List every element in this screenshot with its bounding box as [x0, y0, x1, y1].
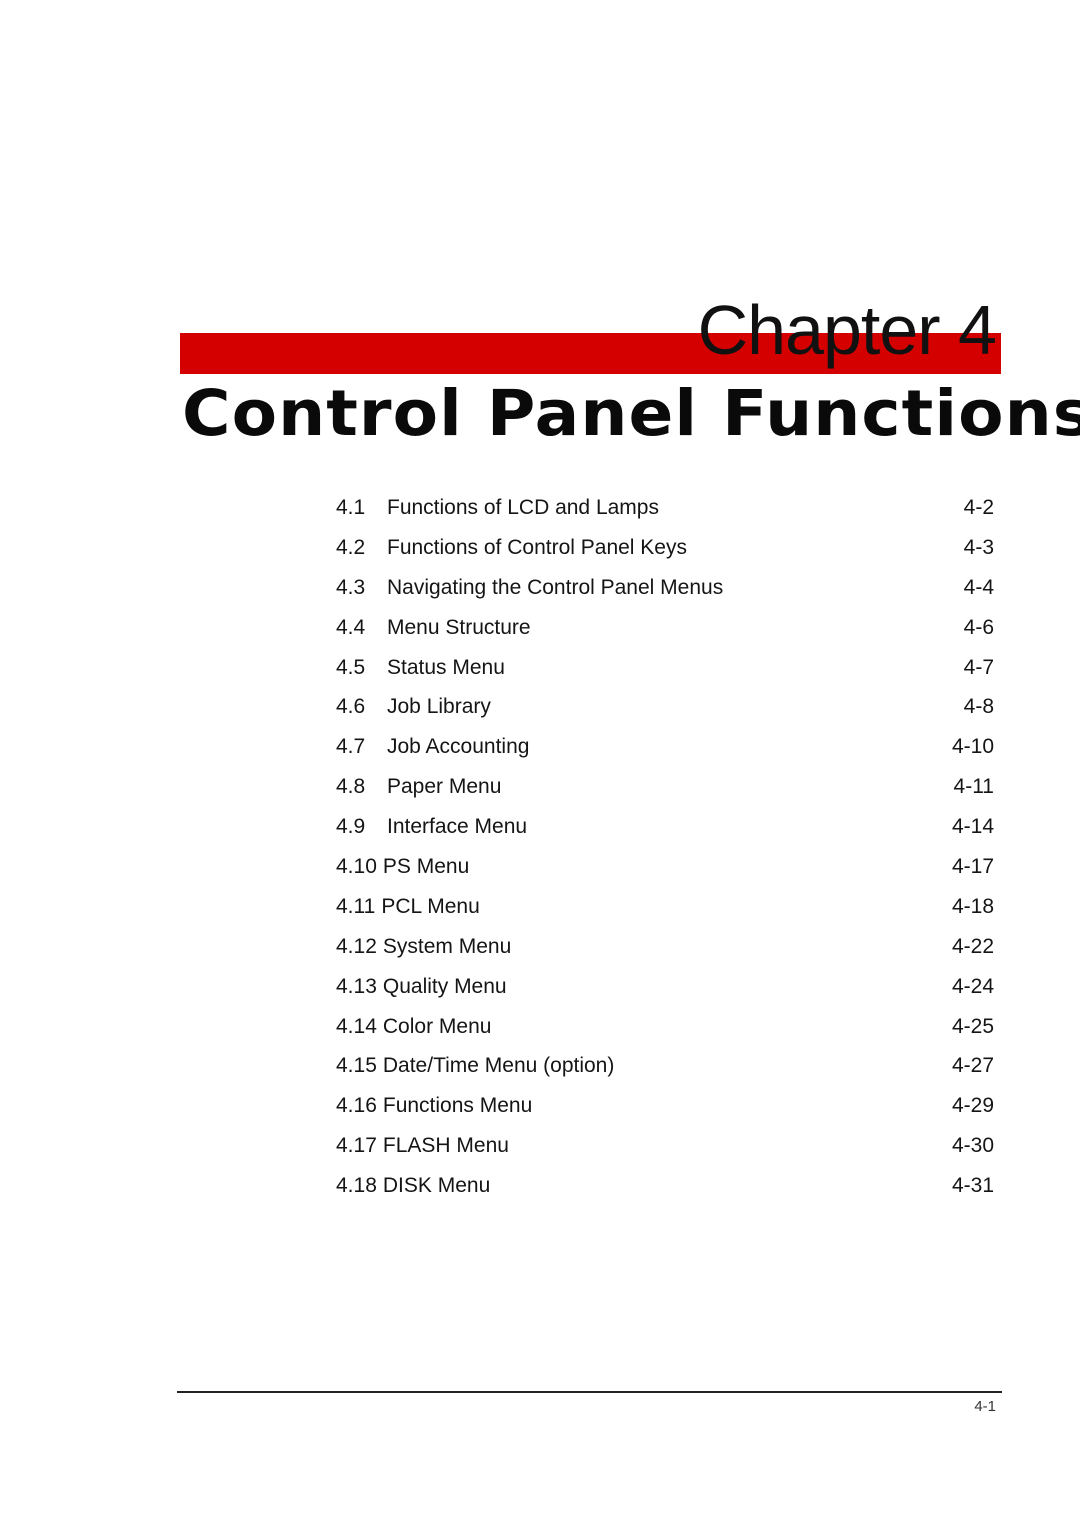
toc-entry[interactable]: 4.12 System Menu 4-22	[336, 935, 994, 975]
chapter-title: Control Panel Functions	[182, 377, 1080, 450]
chapter-label: Chapter 4	[697, 291, 997, 369]
toc-entry[interactable]: 4.8 Paper Menu 4-11	[336, 775, 994, 815]
toc-entry[interactable]: 4.4 Menu Structure 4-6	[336, 616, 994, 656]
toc-entry-number: 4.10	[336, 855, 377, 879]
footer-divider	[177, 1391, 1002, 1393]
toc-entry-number: 4.5	[336, 655, 366, 679]
toc-entry-title: Paper Menu	[387, 775, 502, 799]
toc-entry-number: 4.16	[336, 1094, 377, 1118]
toc-entry[interactable]: 4.9 Interface Menu 4-14	[336, 815, 994, 855]
toc-entry-page: 4-27	[951, 1054, 994, 1078]
toc-entry-page: 4-30	[951, 1134, 994, 1158]
toc-entry-title: Job Accounting	[387, 735, 530, 759]
toc-entry-number: 4.12	[336, 934, 377, 958]
toc-entry-number: 4.4	[336, 615, 366, 639]
toc-entry[interactable]: 4.17 FLASH Menu 4-30	[336, 1134, 994, 1174]
toc-entry-page: 4-10	[951, 735, 994, 759]
toc-entry-title: Functions of Control Panel Keys	[387, 535, 687, 559]
toc-entry-number: 4.18	[336, 1174, 377, 1198]
toc-entry-title: Quality Menu	[382, 974, 507, 998]
toc-entry[interactable]: 4.14 Color Menu 4-25	[336, 1015, 994, 1055]
toc-entry-number: 4.14	[336, 1014, 377, 1038]
toc-entry-number: 4.13	[336, 974, 377, 998]
toc-entry-title: System Menu	[382, 934, 512, 958]
page-number: 4-1	[974, 1398, 996, 1415]
toc-entry-number: 4.3	[336, 575, 366, 599]
toc-entry-number: 4.6	[336, 695, 366, 719]
toc-entry-title: PS Menu	[382, 855, 470, 879]
toc-entry-page: 4-6	[963, 615, 994, 639]
toc-entry-page: 4-7	[963, 655, 994, 679]
toc-entry-number: 4.1	[336, 496, 366, 519]
toc-entry-page: 4-3	[963, 535, 994, 559]
toc-entry[interactable]: 4.10 PS Menu 4-17	[336, 855, 994, 895]
toc-entry-page: 4-25	[951, 1014, 994, 1038]
toc-entry-page: 4-2	[963, 496, 994, 519]
toc-entry[interactable]: 4.11 PCL Menu 4-18	[336, 895, 994, 935]
toc-entry-number: 4.7	[336, 735, 366, 759]
toc-entry[interactable]: 4.7 Job Accounting 4-10	[336, 735, 994, 775]
toc-entry-title: Navigating the Control Panel Menus	[387, 575, 724, 599]
toc-entry-number: 4.11	[336, 894, 376, 918]
table-of-contents: 4.1 Functions of LCD and Lamps 4-2 4.2 Funct…	[336, 496, 994, 1214]
toc-entry-page: 4-8	[963, 695, 994, 719]
toc-entry-page: 4-14	[951, 815, 994, 839]
toc-entry-title: Functions of LCD and Lamps	[387, 496, 659, 519]
toc-entry[interactable]: 4.18 DISK Menu 4-31	[336, 1174, 994, 1214]
toc-entry-number: 4.8	[336, 775, 366, 799]
toc-entry-title: Functions Menu	[382, 1094, 533, 1118]
toc-entry-title: Color Menu	[382, 1014, 492, 1038]
toc-entry-number: 4.9	[336, 815, 366, 839]
toc-entry-number: 4.2	[336, 535, 366, 559]
toc-entry-page: 4-18	[951, 894, 994, 918]
toc-entry-page: 4-24	[951, 974, 994, 998]
toc-entry-title: FLASH Menu	[382, 1134, 509, 1158]
toc-entry[interactable]: 4.3 Navigating the Control Panel Menus 4-4	[336, 576, 994, 616]
toc-entry-page: 4-11	[953, 775, 994, 799]
toc-entry[interactable]: 4.5 Status Menu 4-7	[336, 656, 994, 696]
toc-entry-title: Date/Time Menu (option)	[382, 1054, 615, 1078]
toc-entry-number: 4.17	[336, 1134, 377, 1158]
toc-entry[interactable]: 4.6 Job Library 4-8	[336, 695, 994, 735]
toc-entry[interactable]: 4.2 Functions of Control Panel Keys 4-3	[336, 536, 994, 576]
toc-entry-title: DISK Menu	[382, 1174, 491, 1198]
toc-entry-title: Menu Structure	[387, 615, 531, 639]
toc-entry-title: PCL Menu	[381, 894, 480, 918]
toc-entry-title: Status Menu	[387, 655, 505, 679]
toc-entry[interactable]: 4.15 Date/Time Menu (option) 4-27	[336, 1054, 994, 1094]
toc-entry[interactable]: 4.1 Functions of LCD and Lamps 4-2	[336, 496, 994, 536]
toc-entry-page: 4-29	[951, 1094, 994, 1118]
toc-entry-title: Interface Menu	[387, 815, 528, 839]
toc-entry[interactable]: 4.16 Functions Menu 4-29	[336, 1094, 994, 1134]
toc-entry-number: 4.15	[336, 1054, 377, 1078]
toc-entry-page: 4-31	[951, 1174, 994, 1198]
toc-entry[interactable]: 4.13 Quality Menu 4-24	[336, 975, 994, 1015]
toc-entry-page: 4-17	[951, 855, 994, 879]
toc-entry-page: 4-22	[951, 934, 994, 958]
toc-entry-page: 4-4	[963, 575, 994, 599]
toc-entry-title: Job Library	[387, 695, 491, 719]
